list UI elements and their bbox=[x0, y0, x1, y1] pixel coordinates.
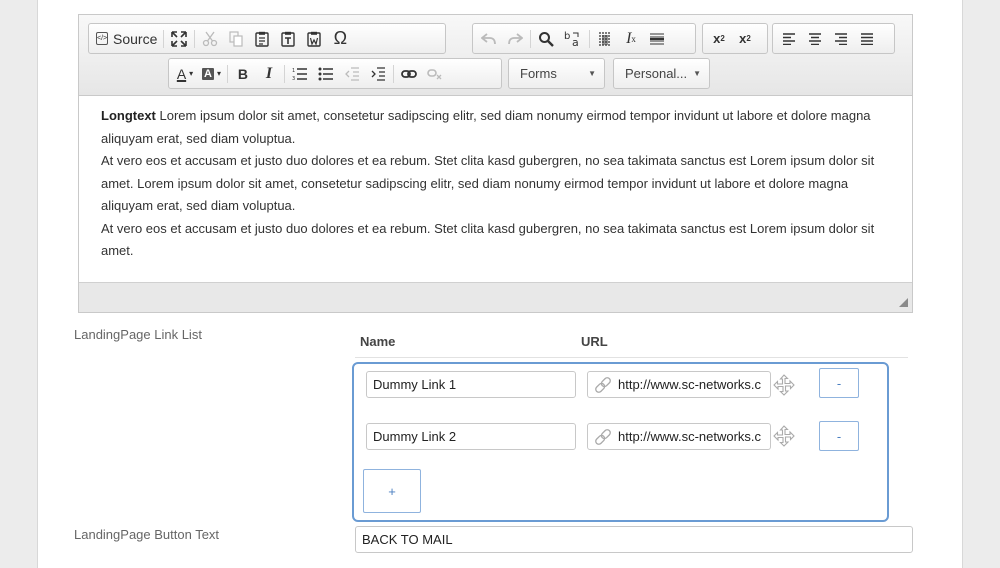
toolbar-group-edit: ba Ix bbox=[472, 23, 696, 54]
button-text-label: LandingPage Button Text bbox=[74, 527, 220, 542]
svg-text:a: a bbox=[572, 36, 579, 48]
content-text-1: Lorem ipsum dolor sit amet, consetetur s… bbox=[101, 108, 871, 146]
background-color-icon[interactable]: A ▾ bbox=[198, 61, 225, 86]
personal-dropdown-label: Personal... bbox=[625, 66, 688, 81]
button-text-input[interactable]: BACK TO MAIL bbox=[355, 526, 913, 553]
link-icon bbox=[593, 375, 613, 397]
rich-text-editor[interactable]: </> Source Ω b a I x x 2 x 2 A ▾ A ▾ B I… bbox=[78, 14, 913, 313]
source-icon: </> bbox=[96, 32, 108, 45]
align-right-icon[interactable] bbox=[828, 26, 854, 51]
chevron-down-icon: ▼ bbox=[588, 69, 596, 78]
move-icon[interactable] bbox=[773, 425, 795, 452]
toolbar-group-script: x2 x2 bbox=[702, 23, 768, 54]
toolbar-group-document: </> Source Ω bbox=[88, 23, 446, 54]
italic-icon[interactable]: I bbox=[256, 61, 282, 86]
svg-text:3: 3 bbox=[292, 76, 295, 81]
remove-link-button-2[interactable]: - bbox=[819, 421, 859, 451]
toolbar-group-format: A ▾ A ▾ B I 13 bbox=[168, 58, 502, 89]
link-url-input-2[interactable]: http://www.sc-networks.c bbox=[587, 423, 771, 450]
content-paragraph-3: At vero eos et accusam et justo duo dolo… bbox=[101, 220, 875, 259]
source-button[interactable]: </> Source bbox=[92, 26, 161, 51]
find-icon[interactable] bbox=[533, 26, 559, 51]
cut-icon[interactable] bbox=[197, 26, 223, 51]
paste-word-icon[interactable] bbox=[301, 26, 327, 51]
svg-text:b: b bbox=[564, 31, 570, 42]
source-label: Source bbox=[113, 30, 158, 47]
link-url-value-2: http://www.sc-networks.c bbox=[618, 429, 762, 444]
link-url-input-1[interactable]: http://www.sc-networks.c bbox=[587, 371, 771, 398]
undo-icon[interactable] bbox=[476, 26, 502, 51]
editor-status-bar bbox=[79, 282, 912, 312]
move-icon[interactable] bbox=[773, 374, 795, 401]
horizontal-line-icon[interactable] bbox=[644, 26, 670, 51]
personal-dropdown[interactable]: Personal... ▼ bbox=[613, 58, 710, 89]
svg-text:1: 1 bbox=[292, 68, 295, 74]
chevron-down-icon: ▼ bbox=[693, 69, 701, 78]
align-center-icon[interactable] bbox=[802, 26, 828, 51]
subscript-icon[interactable]: x2 bbox=[706, 26, 732, 51]
bold-icon[interactable]: B bbox=[230, 61, 256, 86]
editor-toolbar: </> Source Ω b a I x x 2 x 2 A ▾ A ▾ B I… bbox=[79, 15, 912, 96]
link-url-value-1: http://www.sc-networks.c bbox=[618, 377, 762, 392]
content-bold-lead: Longtext bbox=[101, 108, 156, 123]
toolbar-group-align bbox=[772, 23, 895, 54]
url-column-header: URL bbox=[581, 334, 608, 349]
unlink-icon[interactable] bbox=[422, 61, 448, 86]
align-justify-icon[interactable] bbox=[854, 26, 880, 51]
forms-dropdown[interactable]: Forms ▼ bbox=[508, 58, 605, 89]
resize-handle-icon[interactable] bbox=[899, 298, 908, 307]
header-divider bbox=[355, 357, 908, 358]
superscript-icon[interactable]: x2 bbox=[732, 26, 758, 51]
paste-icon[interactable] bbox=[249, 26, 275, 51]
bulleted-list-icon[interactable] bbox=[313, 61, 339, 86]
text-color-icon[interactable]: A ▾ bbox=[172, 61, 198, 86]
select-all-icon[interactable] bbox=[592, 26, 618, 51]
add-link-button[interactable]: + bbox=[363, 469, 421, 513]
paste-text-icon[interactable] bbox=[275, 26, 301, 51]
content-paragraph-1: Longtext Lorem ipsum dolor sit amet, con… bbox=[101, 105, 896, 150]
numbered-list-icon[interactable]: 13 bbox=[287, 61, 313, 86]
special-char-icon[interactable]: Ω bbox=[327, 26, 353, 51]
copy-icon[interactable] bbox=[223, 26, 249, 51]
editor-content[interactable]: Longtext Lorem ipsum dolor sit amet, con… bbox=[101, 105, 896, 263]
link-icon[interactable] bbox=[396, 61, 422, 86]
remove-format-icon[interactable]: Ix bbox=[618, 26, 644, 51]
link-list-label: LandingPage Link List bbox=[74, 327, 202, 342]
remove-link-button-1[interactable]: - bbox=[819, 368, 859, 398]
maximize-icon[interactable] bbox=[166, 26, 192, 51]
align-left-icon[interactable] bbox=[776, 26, 802, 51]
indent-icon[interactable] bbox=[365, 61, 391, 86]
forms-dropdown-label: Forms bbox=[520, 66, 557, 81]
redo-icon[interactable] bbox=[502, 26, 528, 51]
content-paragraph-2: At vero eos et accusam et justo duo dolo… bbox=[101, 153, 875, 213]
replace-icon[interactable]: ba bbox=[559, 26, 587, 51]
name-column-header: Name bbox=[360, 334, 396, 349]
link-name-input-2[interactable]: Dummy Link 2 bbox=[366, 423, 576, 450]
link-icon bbox=[593, 427, 613, 449]
link-name-input-1[interactable]: Dummy Link 1 bbox=[366, 371, 576, 398]
outdent-icon[interactable] bbox=[339, 61, 365, 86]
